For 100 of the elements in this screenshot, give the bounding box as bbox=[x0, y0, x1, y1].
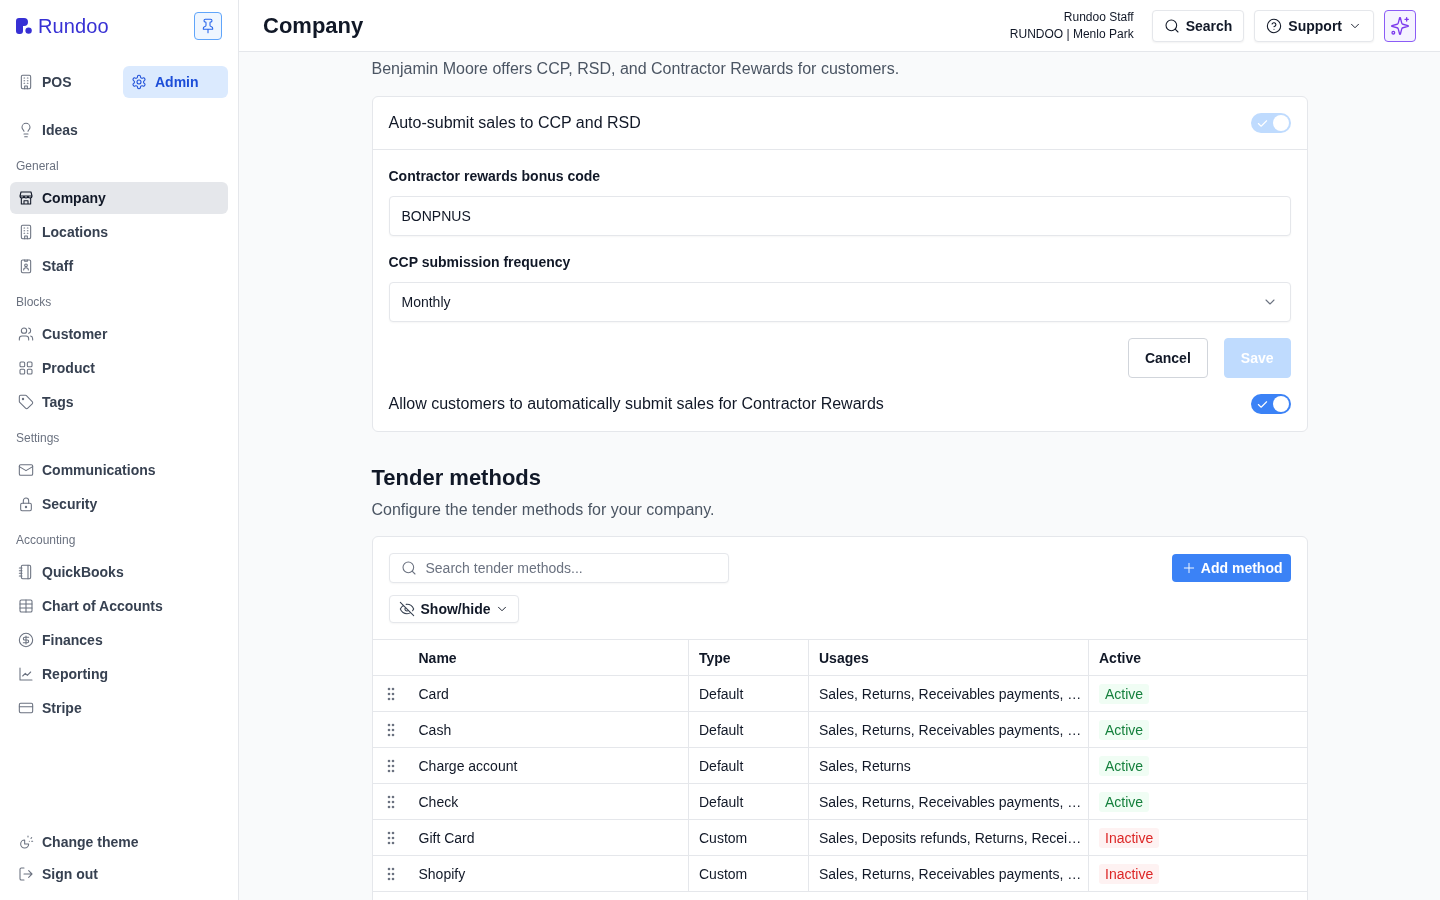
card-icon bbox=[18, 700, 34, 716]
logout-icon bbox=[18, 866, 34, 882]
intro-text: Benjamin Moore offers CCP, RSD, and Contractor Rewards for customers. bbox=[371, 59, 901, 79]
nav-item[interactable]: Finances bbox=[10, 624, 228, 656]
column-header: Type bbox=[688, 639, 809, 676]
cancel-button[interactable]: Cancel bbox=[1127, 338, 1208, 378]
eye-off-icon bbox=[398, 601, 415, 617]
nav-item[interactable]: Product bbox=[10, 352, 228, 384]
page-title: Company bbox=[263, 12, 364, 39]
search-icon bbox=[1163, 17, 1180, 34]
add-method-button[interactable]: Add method bbox=[1171, 554, 1291, 582]
search-icon bbox=[400, 560, 417, 576]
nav-item[interactable]: Customer bbox=[10, 318, 228, 350]
nav-item[interactable]: Stripe bbox=[10, 692, 228, 724]
support-menu-button[interactable]: Support bbox=[1254, 9, 1374, 42]
lock-icon bbox=[18, 496, 34, 512]
notebook-icon bbox=[18, 564, 34, 580]
pin-button[interactable] bbox=[194, 12, 222, 40]
logo-icon bbox=[16, 18, 32, 34]
user-organization: RUNDOO | Menlo Park bbox=[1009, 25, 1134, 43]
table-cell: Shopify bbox=[408, 855, 689, 892]
column-header: Name bbox=[408, 639, 689, 676]
lightbulb-icon bbox=[18, 122, 34, 138]
section-title: Tender methods bbox=[371, 464, 542, 492]
plus-icon bbox=[1181, 561, 1196, 575]
table-cell: Sales, Returns, Receivables payments, … bbox=[808, 783, 1089, 820]
table-cell: Default bbox=[688, 711, 809, 748]
select-field[interactable]: Monthly bbox=[388, 282, 1291, 322]
table-cell: Sales, Returns bbox=[808, 747, 1089, 784]
user-name: Rundoo Staff bbox=[1063, 8, 1134, 26]
setting-label: Auto-submit sales to CCP and RSD bbox=[388, 114, 641, 132]
nav-item[interactable]: Change theme bbox=[10, 826, 228, 858]
half-sun-icon bbox=[18, 834, 34, 850]
table-cell: Cash bbox=[408, 711, 689, 748]
assistant-button[interactable] bbox=[1384, 9, 1416, 42]
table-icon bbox=[18, 598, 34, 614]
setting-label: Allow customers to automatically submit sales for Contractor Rewards bbox=[388, 395, 884, 413]
status-badge: Active bbox=[1099, 719, 1150, 740]
drag-handle-icon[interactable] bbox=[386, 758, 395, 773]
users-icon bbox=[18, 326, 34, 342]
table-cell: Custom bbox=[688, 819, 809, 856]
nav-item[interactable]: Sign out bbox=[10, 858, 228, 890]
table-cell: Check bbox=[408, 783, 689, 820]
search-field[interactable]: Search tender methods... bbox=[388, 553, 729, 583]
store-icon bbox=[18, 190, 34, 206]
nav-item[interactable]: Tags bbox=[10, 386, 228, 418]
drag-handle-icon[interactable] bbox=[386, 830, 395, 845]
pin-icon bbox=[200, 18, 216, 34]
toggle-switch[interactable] bbox=[1250, 394, 1291, 414]
nav-item[interactable]: Ideas bbox=[10, 114, 228, 146]
nav-item[interactable]: Reporting bbox=[10, 658, 228, 690]
id-badge-icon bbox=[18, 258, 34, 274]
section-heading: Settings bbox=[15, 430, 61, 446]
drag-handle-icon[interactable] bbox=[386, 794, 395, 809]
drag-handle-icon[interactable] bbox=[386, 866, 395, 881]
table-cell: Default bbox=[688, 675, 809, 712]
section-heading: Accounting bbox=[15, 532, 77, 548]
table-cell: Default bbox=[688, 783, 809, 820]
building-icon bbox=[18, 224, 34, 240]
nav-item[interactable]: Communications bbox=[10, 454, 228, 486]
table-cell: Card bbox=[408, 675, 689, 712]
table-cell: Sales, Deposits refunds, Returns, Recei… bbox=[808, 819, 1089, 856]
text-input[interactable]: BONPNUS bbox=[388, 196, 1291, 236]
mode-tab[interactable]: Admin bbox=[123, 66, 228, 98]
nav-item[interactable]: Company bbox=[10, 182, 228, 214]
section-heading: General bbox=[15, 158, 60, 174]
table-cell: Sales, Returns, Receivables payments, … bbox=[808, 711, 1089, 748]
column-header: Usages bbox=[808, 639, 1089, 676]
show-hide-button[interactable]: Show/hide bbox=[388, 595, 519, 623]
nav-item[interactable]: QuickBooks bbox=[10, 556, 228, 588]
check-icon bbox=[1256, 399, 1268, 410]
mail-icon bbox=[18, 462, 34, 478]
section-description: Configure the tender methods for your company. bbox=[371, 500, 716, 520]
logo-text: Rundoo bbox=[38, 14, 109, 38]
column-header: Active bbox=[1088, 639, 1307, 676]
tag-icon bbox=[18, 394, 34, 410]
mode-tab[interactable]: POS bbox=[10, 66, 115, 98]
status-badge: Active bbox=[1099, 683, 1150, 704]
drag-handle-icon[interactable] bbox=[386, 722, 395, 737]
nav-item[interactable]: Chart of Accounts bbox=[10, 590, 228, 622]
nav-item[interactable]: Locations bbox=[10, 216, 228, 248]
status-badge: Active bbox=[1099, 755, 1150, 776]
dollar-circle-icon bbox=[18, 632, 34, 648]
table-cell: Charge account bbox=[408, 747, 689, 784]
table-cell: Default bbox=[688, 747, 809, 784]
help-icon bbox=[1266, 17, 1283, 34]
table-cell: Sales, Returns, Receivables payments, … bbox=[808, 675, 1089, 712]
line-chart-icon bbox=[18, 666, 34, 682]
status-badge: Active bbox=[1099, 791, 1150, 812]
nav-item[interactable]: Security bbox=[10, 488, 228, 520]
settings-icon bbox=[131, 74, 147, 90]
grid-icon bbox=[18, 360, 34, 376]
field-label: Contractor rewards bonus code bbox=[388, 167, 602, 186]
search-button[interactable]: Search bbox=[1151, 9, 1245, 42]
field-label: CCP submission frequency bbox=[388, 253, 572, 272]
drag-handle-icon[interactable] bbox=[386, 686, 395, 701]
nav-item[interactable]: Staff bbox=[10, 250, 228, 282]
check-icon bbox=[1256, 118, 1268, 129]
building-icon bbox=[18, 74, 34, 90]
table-cell: Sales, Returns, Receivables payments, … bbox=[808, 855, 1089, 892]
